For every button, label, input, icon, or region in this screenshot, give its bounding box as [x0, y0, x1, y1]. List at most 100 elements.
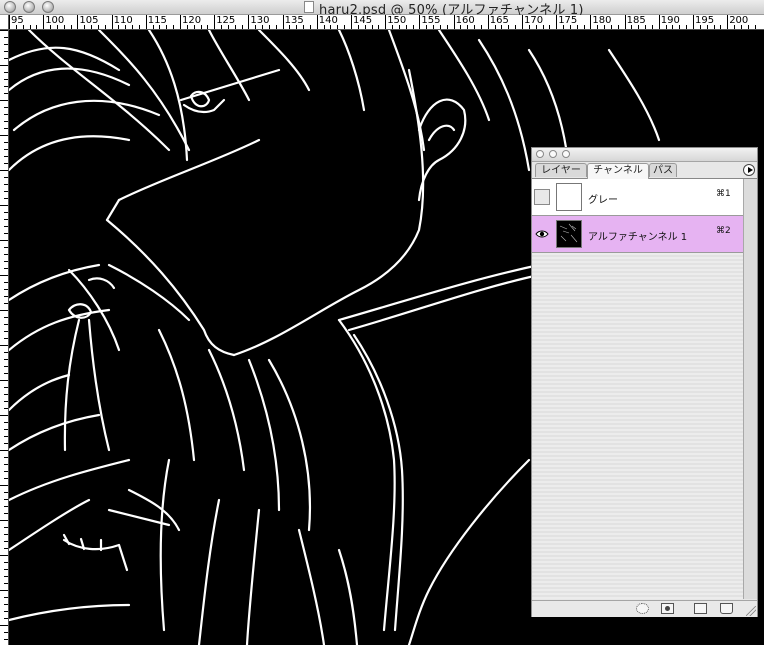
ruler-minor-tick	[309, 25, 311, 29]
ruler-minor-tick	[0, 345, 8, 346]
ruler-minor-tick	[0, 380, 8, 381]
visibility-toggle[interactable]	[534, 189, 550, 205]
ruler-minor-tick	[371, 25, 373, 29]
ruler-minor-tick	[378, 25, 380, 29]
palette-zoom-button[interactable]	[562, 150, 570, 158]
ruler-major-tick	[145, 15, 147, 29]
trash-icon[interactable]	[720, 603, 733, 614]
ruler-minor-tick	[4, 128, 8, 129]
ruler-minor-tick	[4, 541, 8, 542]
ruler-minor-tick	[4, 226, 8, 227]
ruler-minor-tick	[426, 25, 428, 29]
ruler-minor-tick	[412, 25, 414, 29]
ruler-major-tick	[590, 15, 592, 29]
zoom-window-button[interactable]	[42, 1, 54, 13]
ruler-minor-tick	[4, 618, 8, 619]
ruler-minor-tick	[467, 25, 469, 29]
ruler-minor-tick	[542, 25, 544, 29]
save-selection-icon[interactable]	[661, 603, 674, 614]
channel-row-gray[interactable]: グレー ⌘1	[532, 179, 743, 216]
ruler-minor-tick	[159, 25, 161, 29]
ruler-minor-tick	[0, 625, 8, 626]
palette-footer	[532, 600, 757, 617]
palette-title-bar[interactable]	[532, 148, 757, 162]
ruler-minor-tick	[4, 44, 8, 45]
ruler-label: 160	[455, 15, 475, 26]
ruler-minor-tick	[439, 25, 441, 29]
ruler-minor-tick	[186, 25, 188, 29]
ruler-minor-tick	[221, 25, 223, 29]
ruler-minor-tick	[0, 485, 8, 486]
ruler-minor-tick	[617, 25, 619, 29]
document-icon	[304, 1, 314, 13]
palette-minimize-button[interactable]	[549, 150, 557, 158]
horizontal-ruler[interactable]: 95 100 105 110 115 120 125 130 135 140 145 150 155 16…	[0, 15, 764, 30]
ruler-minor-tick	[4, 338, 8, 339]
ruler-minor-tick	[262, 25, 264, 29]
ruler-minor-tick	[132, 25, 134, 29]
ruler-minor-tick	[0, 100, 8, 101]
ruler-minor-tick	[4, 366, 8, 367]
ruler-minor-tick	[227, 25, 229, 29]
ruler-minor-tick	[4, 499, 8, 500]
close-window-button[interactable]	[4, 1, 16, 13]
ruler-minor-tick	[4, 548, 8, 549]
ruler-minor-tick	[631, 25, 633, 29]
ruler-minor-tick	[4, 527, 8, 528]
ruler-minor-tick	[241, 25, 243, 29]
channel-thumbnail	[556, 183, 582, 211]
minimize-window-button[interactable]	[23, 1, 35, 13]
ruler-minor-tick	[699, 25, 701, 29]
new-channel-icon[interactable]	[694, 603, 707, 614]
ruler-minor-tick	[645, 25, 647, 29]
channel-row-alpha-1[interactable]: アルファチャンネル 1 ⌘2	[532, 216, 743, 253]
ruler-minor-tick	[4, 156, 8, 157]
ruler-minor-tick	[474, 25, 476, 29]
ruler-minor-tick	[515, 25, 517, 29]
palette-scrollbar[interactable]	[743, 179, 757, 599]
ruler-label: 130	[250, 15, 270, 26]
ruler-minor-tick	[4, 282, 8, 283]
ruler-label: 140	[318, 15, 338, 26]
vertical-ruler[interactable]	[0, 30, 9, 645]
ruler-minor-tick	[4, 443, 8, 444]
ruler-origin[interactable]	[0, 15, 9, 30]
ruler-minor-tick	[4, 142, 8, 143]
ruler-minor-tick	[4, 303, 8, 304]
ruler-minor-tick	[0, 520, 8, 521]
load-selection-icon[interactable]	[636, 603, 649, 614]
ruler-minor-tick	[4, 93, 8, 94]
ruler-minor-tick	[754, 25, 756, 29]
ruler-minor-tick	[4, 247, 8, 248]
tab-channels[interactable]: チャンネル	[587, 163, 649, 179]
channels-palette[interactable]: レイヤー チャンネル パス グレー ⌘1 アルファチャンネル 1 ⌘2	[531, 147, 758, 617]
ruler-minor-tick	[4, 198, 8, 199]
ruler-minor-tick	[173, 25, 175, 29]
palette-close-button[interactable]	[536, 150, 544, 158]
ruler-minor-tick	[686, 25, 688, 29]
ruler-minor-tick	[405, 25, 407, 29]
ruler-minor-tick	[268, 25, 270, 29]
ruler-minor-tick	[4, 163, 8, 164]
tab-layers[interactable]: レイヤー	[535, 163, 587, 177]
ruler-major-tick	[77, 15, 79, 29]
ruler-minor-tick	[0, 450, 8, 451]
ruler-minor-tick	[665, 25, 667, 29]
ruler-minor-tick	[563, 25, 565, 29]
channel-shortcut: ⌘2	[716, 226, 731, 236]
tab-paths[interactable]: パス	[649, 163, 677, 177]
palette-menu-button[interactable]	[743, 164, 755, 176]
ruler-minor-tick	[4, 212, 8, 213]
ruler-label: 145	[353, 15, 373, 26]
ruler-label: 125	[216, 15, 236, 26]
ruler-minor-tick	[63, 25, 65, 29]
ruler-minor-tick	[583, 25, 585, 29]
ruler-minor-tick	[200, 25, 202, 29]
ruler-minor-tick	[480, 25, 482, 29]
resize-grip-icon[interactable]	[746, 606, 756, 616]
eye-icon[interactable]	[534, 226, 550, 242]
ruler-minor-tick	[323, 25, 325, 29]
channel-name: グレー	[588, 195, 618, 206]
ruler-minor-tick	[0, 310, 8, 311]
ruler-minor-tick	[740, 25, 742, 29]
